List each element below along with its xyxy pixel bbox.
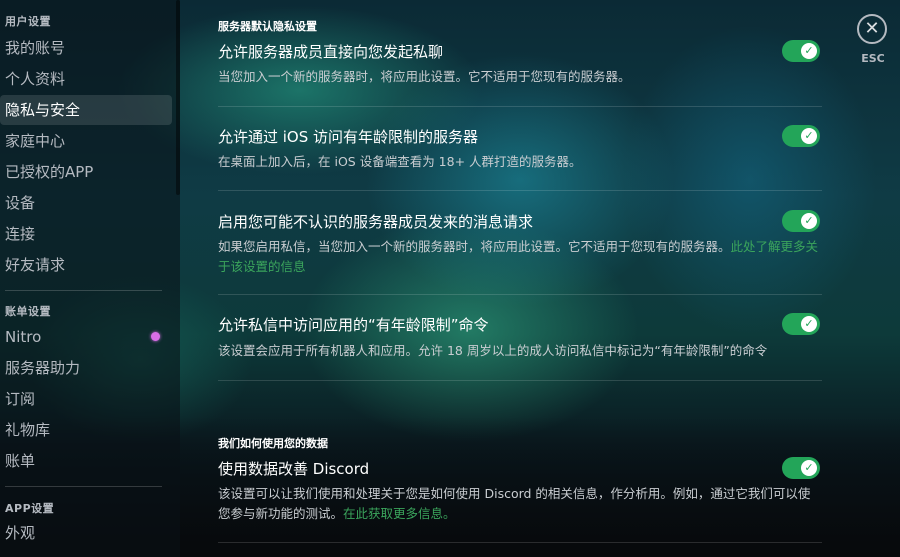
- toggle-ios-age-restricted[interactable]: ✓: [782, 125, 820, 147]
- sidebar-item-subscriptions[interactable]: 订阅: [0, 384, 172, 414]
- sidebar-item-gift-inventory[interactable]: 礼物库: [0, 415, 172, 445]
- setting-divider: [218, 294, 822, 295]
- check-icon: ✓: [801, 213, 817, 229]
- more-info-link[interactable]: 在此获取更多信息。: [343, 506, 456, 521]
- toggle-message-requests[interactable]: ✓: [782, 210, 820, 232]
- sidebar-divider: [5, 290, 162, 291]
- sidebar-item-profile[interactable]: 个人资料: [0, 64, 172, 94]
- sidebar-header-billing-settings: 账单设置: [5, 305, 51, 318]
- sidebar-divider: [5, 486, 162, 487]
- setting-divider: [218, 542, 822, 543]
- check-icon: ✓: [801, 460, 817, 476]
- esc-label: ESC: [861, 52, 885, 65]
- toggle-age-restricted-commands[interactable]: ✓: [782, 313, 820, 335]
- setting-desc-message-requests: 如果您启用私信，当您加入一个新的服务器时，将应用此设置。它不适用于您现有的服务器…: [218, 237, 822, 277]
- setting-title-ios-age-restricted: 允许通过 iOS 访问有年龄限制的服务器: [218, 128, 479, 146]
- setting-desc-text: 该设置可以让我们使用和处理关于您是如何使用 Discord 的相关信息，作分析用…: [218, 486, 811, 521]
- setting-desc-ios-age-restricted: 在桌面上加入后，在 iOS 设备端查看为 18+ 人群打造的服务器。: [218, 154, 582, 169]
- nitro-badge-icon: [151, 332, 160, 341]
- sidebar-header-user-settings: 用户设置: [5, 15, 51, 28]
- toggle-improve-discord[interactable]: ✓: [782, 457, 820, 479]
- sidebar-item-nitro[interactable]: Nitro: [0, 322, 172, 352]
- setting-desc-improve-discord: 该设置可以让我们使用和处理关于您是如何使用 Discord 的相关信息，作分析用…: [218, 484, 822, 524]
- check-icon: ✓: [801, 316, 817, 332]
- close-icon: ✕: [864, 18, 880, 39]
- setting-divider: [218, 190, 822, 191]
- sidebar-scrollbar[interactable]: [176, 0, 180, 195]
- setting-desc-text: 如果您启用私信，当您加入一个新的服务器时，将应用此设置。它不适用于您现有的服务器…: [218, 239, 731, 254]
- setting-title-direct-messages: 允许服务器成员直接向您发起私聊: [218, 43, 444, 61]
- sidebar-item-friend-requests[interactable]: 好友请求: [0, 250, 172, 280]
- setting-title-age-restricted-commands: 允许私信中访问应用的“有年龄限制”命令: [218, 316, 489, 334]
- toggle-direct-messages[interactable]: ✓: [782, 40, 820, 62]
- sidebar-item-server-boost[interactable]: 服务器助力: [0, 353, 172, 383]
- sidebar-item-connections[interactable]: 连接: [0, 219, 172, 249]
- setting-desc-age-restricted-commands: 该设置会应用于所有机器人和应用。允许 18 周岁以上的成人访问私信中标记为“有年…: [218, 343, 768, 358]
- sidebar-item-privacy-safety[interactable]: 隐私与安全: [0, 95, 172, 125]
- sidebar-item-family-center[interactable]: 家庭中心: [0, 126, 172, 156]
- close-button[interactable]: ✕: [857, 14, 887, 44]
- setting-title-improve-discord: 使用数据改善 Discord: [218, 460, 370, 478]
- check-icon: ✓: [801, 43, 817, 59]
- sidebar-item-my-account[interactable]: 我的账号: [0, 33, 172, 63]
- setting-divider: [218, 380, 822, 381]
- sidebar-item-billing[interactable]: 账单: [0, 446, 172, 476]
- sidebar-item-label: Nitro: [5, 328, 42, 346]
- setting-desc-direct-messages: 当您加入一个新的服务器时，将应用此设置。它不适用于您现有的服务器。: [218, 69, 631, 84]
- sidebar-item-authorized-apps[interactable]: 已授权的APP: [0, 157, 172, 187]
- settings-sidebar: 用户设置 我的账号 个人资料 隐私与安全 家庭中心 已授权的APP 设备 连接 …: [0, 0, 180, 557]
- check-icon: ✓: [801, 128, 817, 144]
- sidebar-header-app-settings: APP设置: [5, 502, 55, 515]
- section-title-data-usage: 我们如何使用您的数据: [218, 437, 328, 450]
- privacy-settings-content: 服务器默认隐私设置 允许服务器成员直接向您发起私聊 ✓ 当您加入一个新的服务器时…: [218, 0, 822, 557]
- sidebar-item-devices[interactable]: 设备: [0, 188, 172, 218]
- setting-divider: [218, 106, 822, 107]
- sidebar-item-appearance[interactable]: 外观: [0, 518, 172, 548]
- section-title-server-privacy: 服务器默认隐私设置: [218, 20, 317, 33]
- setting-title-message-requests: 启用您可能不认识的服务器成员发来的消息请求: [218, 213, 534, 231]
